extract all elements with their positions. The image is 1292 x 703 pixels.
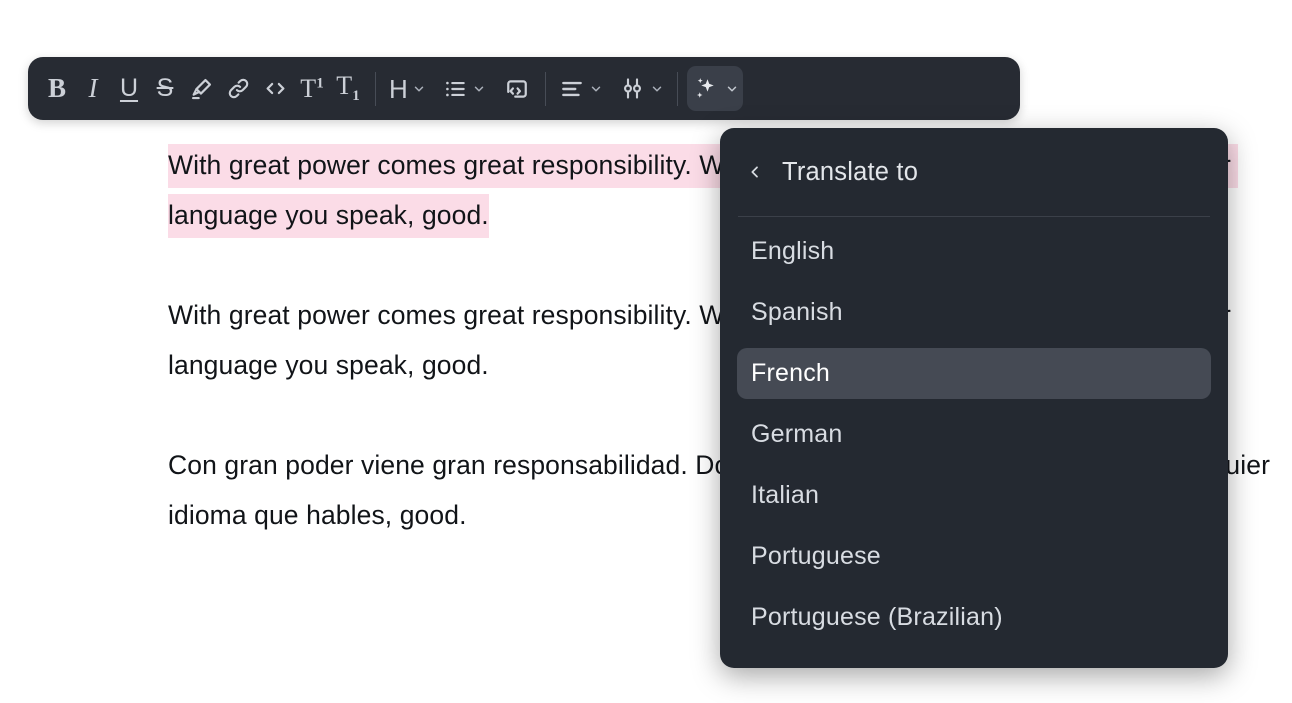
link-icon <box>225 75 252 102</box>
italic-button[interactable]: I <box>75 66 111 111</box>
chevron-left-icon[interactable] <box>738 159 772 185</box>
code-block-button[interactable] <box>498 66 536 111</box>
formatting-toolbar: B I U S T1 T1 H <box>28 57 1020 120</box>
superscript-icon: T1 <box>300 73 324 103</box>
heading-button[interactable]: H <box>385 66 430 111</box>
sliders-icon <box>619 75 646 102</box>
toolbar-divider-1 <box>375 71 376 106</box>
heading-icon: H <box>389 73 408 104</box>
translate-menu-header[interactable]: Translate to <box>720 128 1228 216</box>
bold-button[interactable]: B <box>39 66 75 111</box>
language-option-german[interactable]: German <box>737 409 1211 460</box>
language-list: English Spanish French German Italian Po… <box>720 217 1228 643</box>
bullet-list-icon <box>442 76 468 102</box>
chevron-down-icon <box>589 82 603 96</box>
strikethrough-icon: S <box>156 74 174 102</box>
menu-title: Translate to <box>782 157 919 186</box>
highlight-button[interactable] <box>183 66 220 111</box>
inline-code-button[interactable] <box>257 66 294 111</box>
chevron-down-icon <box>472 82 486 96</box>
language-option-english[interactable]: English <box>737 226 1211 277</box>
code-brackets-icon <box>262 75 289 102</box>
chevron-down-icon <box>725 82 739 96</box>
bullet-list-button[interactable] <box>438 66 490 111</box>
text-align-button[interactable] <box>555 66 607 111</box>
italic-icon: I <box>88 73 98 103</box>
toolbar-divider-3 <box>676 71 678 106</box>
toolbar-divider-2 <box>544 71 546 106</box>
language-option-portuguese-brazilian[interactable]: Portuguese (Brazilian) <box>737 592 1211 643</box>
subscript-button[interactable]: T1 <box>330 66 366 111</box>
chevron-down-icon <box>412 82 426 96</box>
superscript-button[interactable]: T1 <box>294 66 330 111</box>
chevron-down-icon <box>650 82 664 96</box>
align-left-icon <box>559 76 585 102</box>
link-button[interactable] <box>220 66 257 111</box>
language-option-italian[interactable]: Italian <box>737 470 1211 521</box>
strikethrough-button[interactable]: S <box>147 66 183 111</box>
sparkles-icon <box>691 74 721 104</box>
language-option-french[interactable]: French <box>737 348 1211 399</box>
bold-icon: B <box>47 73 66 103</box>
underline-button[interactable]: U <box>111 66 147 111</box>
language-option-portuguese[interactable]: Portuguese <box>737 531 1211 582</box>
highlighter-pen-icon <box>188 75 215 102</box>
ai-assistant-button[interactable] <box>686 66 743 111</box>
code-block-icon <box>503 75 531 103</box>
underline-icon: U <box>119 74 139 102</box>
more-options-button[interactable] <box>615 66 668 111</box>
subscript-icon: T1 <box>336 70 360 105</box>
language-option-spanish[interactable]: Spanish <box>737 287 1211 338</box>
translate-to-menu: Translate to English Spanish French Germ… <box>720 128 1228 668</box>
